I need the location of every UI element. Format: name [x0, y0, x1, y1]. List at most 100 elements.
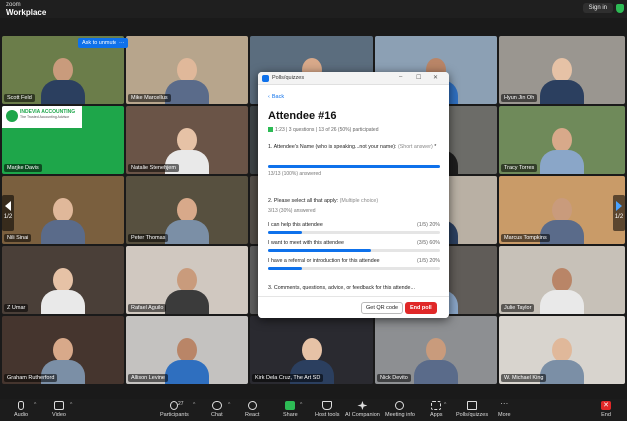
question-2-text: 2. Please select all that apply:	[268, 198, 339, 204]
video-button[interactable]: Video	[52, 401, 66, 418]
participant-video	[41, 54, 85, 104]
participant-video	[540, 124, 584, 174]
host-tools-button[interactable]: Host tools	[315, 401, 339, 418]
chat-caret-icon[interactable]: ^	[228, 402, 230, 408]
end-poll-button[interactable]: End poll	[405, 302, 437, 314]
more-button[interactable]: ··· More	[498, 400, 511, 419]
shield-icon[interactable]	[616, 4, 624, 13]
end-label: End	[601, 412, 611, 418]
ai-companion-button[interactable]: AI Companion	[345, 401, 380, 418]
minimize-icon[interactable]: –	[399, 74, 402, 80]
option-1: I can help this attendee (1/5) 20%	[268, 222, 440, 228]
share-button[interactable]: Share	[283, 401, 298, 418]
participant-name: Scott Feld	[4, 94, 35, 102]
participant-tile[interactable]: Hyun Jin Oh	[499, 36, 625, 104]
react-button[interactable]: React	[245, 401, 259, 418]
apps-button[interactable]: Apps	[430, 401, 443, 418]
microphone-icon	[18, 401, 25, 410]
company-logo: INDEVIA ACCOUNTING The Trusted Accounting…	[2, 106, 82, 128]
participant-video	[41, 264, 85, 314]
participant-tile[interactable]: Nick Devito	[375, 316, 497, 384]
top-bar: zoom Workplace Sign in	[0, 0, 627, 18]
audio-label: Audio	[14, 412, 29, 418]
brand-workplace: Workplace	[6, 8, 47, 17]
video-caret-icon[interactable]: ^	[70, 402, 72, 408]
share-caret-icon[interactable]: ^	[300, 402, 302, 408]
chevron-right-icon	[616, 201, 622, 211]
participant-name: Marcus Tompkins	[501, 234, 550, 242]
participant-tile[interactable]: Rafael Aguilo	[126, 246, 248, 314]
more-options-button[interactable]: ···	[116, 38, 128, 48]
chevron-left-icon	[5, 201, 11, 211]
participant-name: Hyun Jin Oh	[501, 94, 538, 102]
question-1-bar	[268, 165, 440, 168]
participant-tile[interactable]: Nili Sinai	[2, 176, 124, 244]
participant-name: Graham Rutherford	[4, 374, 58, 382]
question-1: 1. Attendee's Name (who is speaking...no…	[268, 144, 440, 151]
participant-name: Rafael Aguilo	[128, 304, 167, 312]
participant-tile[interactable]: Kirk Dela Cruz, The Art SD	[250, 316, 373, 384]
prev-page-button[interactable]: 1/2	[2, 195, 14, 231]
polls-button[interactable]: Polls/quizzes	[456, 401, 488, 418]
close-icon: ✕	[601, 401, 611, 410]
sign-in-button[interactable]: Sign in	[582, 3, 613, 13]
option-2-pct: (3/5) 60%	[417, 240, 440, 246]
chevron-left-icon: ‹	[268, 94, 270, 100]
more-label: More	[498, 412, 511, 418]
meeting-toolbar: Audio ^ Video ^ Participants 27 ^ Chat ^…	[0, 399, 627, 421]
camera-icon	[53, 401, 64, 410]
option-1-bar	[268, 231, 440, 234]
participant-video	[540, 264, 584, 314]
option-2-label: I want to meet with this attendee	[268, 240, 344, 246]
question-2: 2. Please select all that apply: (Multip…	[268, 198, 440, 205]
participant-name: Marjke Davis	[4, 164, 42, 172]
poll-title: Attendee #16	[268, 110, 337, 122]
apps-caret-icon[interactable]: ^	[444, 402, 446, 408]
participants-button[interactable]: Participants	[160, 401, 189, 418]
participant-tile[interactable]: INDEVIA ACCOUNTING The Trusted Accounting…	[2, 106, 124, 174]
audio-caret-icon[interactable]: ^	[34, 402, 36, 408]
polls-dialog: Polls/quizzes – ☐ ✕ ‹ Back Attendee #16 1…	[258, 72, 449, 318]
zoom-icon	[262, 75, 269, 82]
question-1-text: 1. Attendee's Name (who is speaking...no…	[268, 144, 397, 150]
question-2-type: (Multiple choice)	[339, 198, 379, 204]
participants-label: Participants	[160, 412, 189, 418]
back-link[interactable]: ‹ Back	[268, 94, 284, 100]
participant-name: Natalie Stenehjem	[128, 164, 179, 172]
calendar-icon	[268, 127, 273, 133]
audio-button[interactable]: Audio	[14, 401, 28, 418]
participant-tile[interactable]: Natalie Stenehjem	[126, 106, 248, 174]
participant-name: Tracy Torres	[501, 164, 538, 172]
participant-tile[interactable]: Mike Marcellus	[126, 36, 248, 104]
participant-tile[interactable]: Z Umar	[2, 246, 124, 314]
participant-video	[165, 264, 209, 314]
question-3-text: 3. Comments, questions, advice, or feedb…	[268, 285, 415, 291]
chat-label: Chat	[211, 412, 223, 418]
participant-tile[interactable]: W. Michael King	[499, 316, 625, 384]
ask-to-unmute-button[interactable]: Ask to unmute	[78, 38, 122, 48]
option-2: I want to meet with this attendee (3/5) …	[268, 240, 440, 246]
participant-tile[interactable]: Marcus Tompkins	[499, 176, 625, 244]
close-icon[interactable]: ✕	[433, 74, 438, 81]
logo-icon	[6, 110, 18, 122]
participant-tile[interactable]: Graham Rutherford	[2, 316, 124, 384]
polls-icon	[467, 401, 478, 410]
option-3-pct: (1/5) 20%	[417, 258, 440, 264]
host-tools-label: Host tools	[315, 412, 340, 418]
participant-tile[interactable]: Allison Levine	[126, 316, 248, 384]
sparkle-icon	[357, 401, 368, 410]
participants-caret-icon[interactable]: ^	[193, 402, 195, 408]
participant-name: Julie Taylor	[501, 304, 535, 312]
participant-tile[interactable]: Tracy Torres	[499, 106, 625, 174]
participant-tile[interactable]: Peter Thomas	[126, 176, 248, 244]
participant-tile[interactable]: Julie Taylor	[499, 246, 625, 314]
zoom-window: zoom Workplace Sign in Scott Feld Mike Ma…	[0, 0, 627, 421]
chat-button[interactable]: Chat	[211, 401, 223, 418]
participant-name: W. Michael King	[501, 374, 547, 382]
next-page-button[interactable]: 1/2	[613, 195, 625, 231]
maximize-icon[interactable]: ☐	[416, 74, 421, 81]
get-qr-code-button[interactable]: Get QR code	[361, 302, 404, 314]
meeting-info-button[interactable]: Meeting info	[385, 401, 415, 418]
participant-video	[41, 194, 85, 244]
end-button[interactable]: ✕ End	[601, 401, 611, 418]
